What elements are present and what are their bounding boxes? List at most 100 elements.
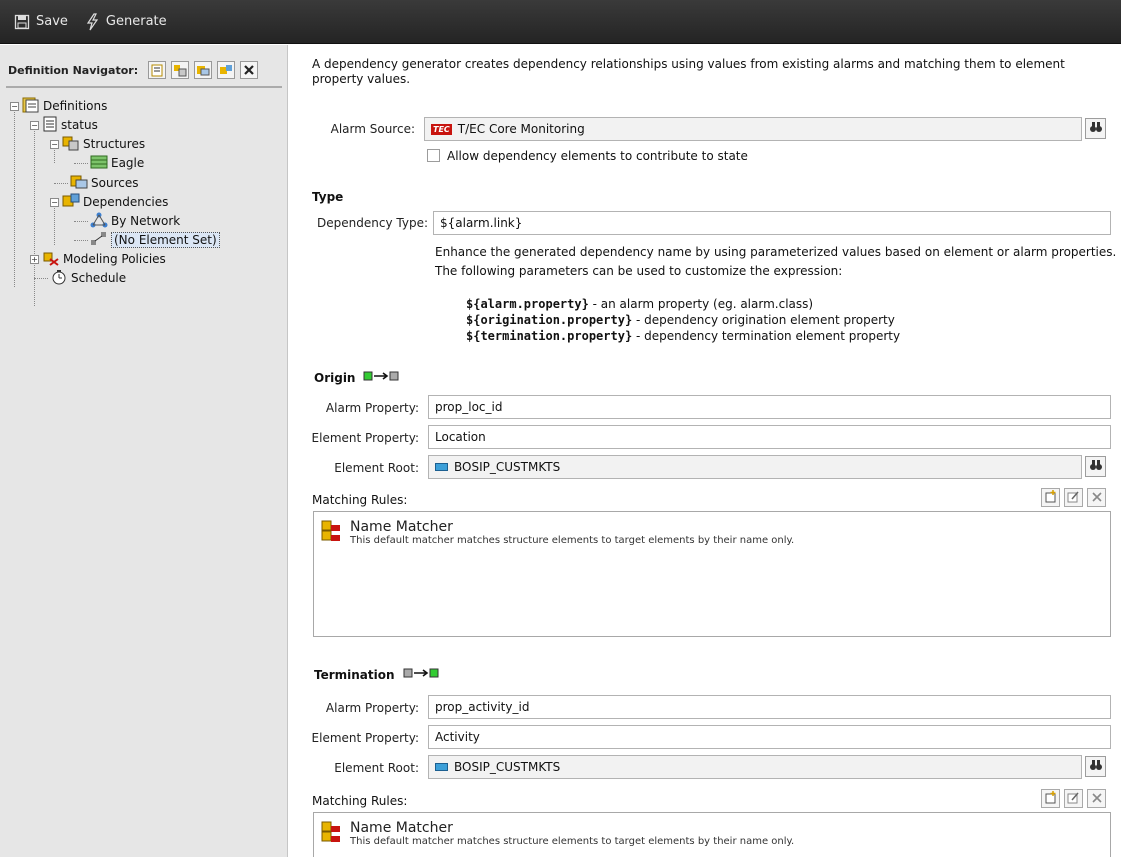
add-rule-button[interactable] — [1041, 488, 1060, 507]
collapse-icon[interactable]: − — [30, 120, 39, 130]
edit-icon — [1067, 490, 1080, 506]
close-icon — [1091, 792, 1102, 806]
help-line-2: The following parameters can be used to … — [435, 264, 843, 278]
alarm-source-field: TEC T/EC Core Monitoring — [424, 117, 1082, 141]
tree-label-eagle: Eagle — [111, 156, 145, 170]
structures-icon — [62, 135, 80, 154]
tree-node-modeling-policies[interactable]: + Modeling Policies — [30, 250, 166, 268]
termination-alarm-property-value: prop_activity_id — [435, 700, 530, 714]
browse-alarm-source-button[interactable] — [1085, 118, 1106, 139]
origin-to-target-icon — [363, 370, 399, 385]
origin-element-property-value: Location — [435, 430, 486, 444]
clock-icon — [50, 269, 68, 288]
matcher-list-item[interactable]: Name Matcher This default matcher matche… — [320, 519, 794, 546]
termination-element-property-input[interactable]: Activity — [428, 725, 1111, 749]
intro-text: A dependency generator creates dependenc… — [312, 57, 1065, 86]
tree-label-sources: Sources — [91, 176, 139, 190]
binoculars-icon — [1089, 121, 1103, 136]
edit-rule-button[interactable] — [1064, 488, 1083, 507]
new-dependency-icon[interactable] — [217, 61, 236, 79]
tree-node-dependencies[interactable]: − Dependencies — [50, 193, 168, 211]
origin-alarm-property-value: prop_loc_id — [435, 400, 503, 414]
dependency-type-label: Dependency Type: — [317, 216, 428, 230]
navigator-title: Definition Navigator: — [8, 63, 139, 77]
delete-rule-button[interactable] — [1087, 789, 1106, 808]
tree-node-by-network[interactable]: By Network — [90, 212, 180, 230]
dependency-type-value: ${alarm.link} — [440, 216, 523, 230]
matcher-title: Name Matcher — [350, 820, 453, 836]
tree-node-sources[interactable]: Sources — [70, 174, 138, 192]
definitions-icon — [22, 97, 40, 116]
binoculars-icon — [1089, 459, 1103, 474]
new-source-icon[interactable] — [194, 61, 213, 79]
collapse-icon[interactable]: − — [50, 197, 59, 207]
type-help-text: Enhance the generated dependency name by… — [435, 243, 1116, 281]
tree-label-status: status — [61, 118, 98, 132]
matcher-description: This default matcher matches structure e… — [350, 836, 795, 847]
dependency-arrow-icon — [90, 231, 108, 250]
param-termination: ${termination.property} - dependency ter… — [466, 329, 901, 343]
close-icon[interactable] — [240, 61, 259, 79]
binoculars-icon — [1089, 759, 1103, 774]
browse-origin-root-button[interactable] — [1085, 456, 1106, 477]
modeling-policies-icon — [42, 250, 60, 269]
tree-label-dependencies: Dependencies — [83, 195, 169, 209]
tree-label-schedule: Schedule — [71, 271, 127, 285]
structure-table-icon — [90, 154, 108, 173]
toolbar: Save Generate — [0, 0, 1121, 44]
matcher-list-item[interactable]: Name Matcher This default matcher matche… — [320, 820, 794, 847]
allow-contribute-checkbox[interactable] — [427, 149, 440, 162]
close-icon — [1091, 491, 1102, 505]
termination-alarm-property-input[interactable]: prop_activity_id — [428, 695, 1111, 719]
origin-alarm-property-label: Alarm Property: — [325, 401, 419, 415]
dependency-type-input[interactable]: ${alarm.link} — [433, 211, 1111, 235]
tree-label-structures: Structures — [83, 137, 146, 151]
edit-icon — [1067, 791, 1080, 807]
allow-contribute-label: Allow dependency elements to contribute … — [447, 149, 748, 163]
tree-label-no-element-set: (No Element Set) — [111, 232, 220, 248]
browse-termination-root-button[interactable] — [1085, 756, 1106, 777]
name-matcher-icon — [320, 519, 342, 546]
new-structure-icon[interactable] — [171, 61, 190, 79]
element-root-icon — [435, 463, 448, 471]
tree-label-by-network: By Network — [111, 214, 181, 228]
tec-logo-icon: TEC — [431, 123, 452, 135]
navigator-tools — [148, 61, 263, 79]
matcher-title: Name Matcher — [350, 519, 453, 535]
collapse-icon[interactable]: − — [50, 139, 59, 149]
add-rule-icon — [1044, 489, 1057, 506]
tree-node-definitions[interactable]: − Definitions — [10, 97, 107, 115]
origin-alarm-property-input[interactable]: prop_loc_id — [428, 395, 1111, 419]
termination-element-root-value: BOSIP_CUSTMKTS — [454, 760, 561, 774]
termination-matching-rules-list: Name Matcher This default matcher matche… — [313, 812, 1111, 857]
termination-element-root-label: Element Root: — [334, 761, 419, 775]
termination-element-root-field: BOSIP_CUSTMKTS — [428, 755, 1082, 779]
param-origination: ${origination.property} - dependency ori… — [466, 313, 895, 327]
tree-node-no-element-set[interactable]: (No Element Set) — [90, 231, 220, 249]
origin-element-property-input[interactable]: Location — [428, 425, 1111, 449]
new-definition-icon[interactable] — [148, 61, 167, 79]
edit-rule-button[interactable] — [1064, 789, 1083, 808]
add-rule-button[interactable] — [1041, 789, 1060, 808]
tree-node-status[interactable]: − status — [30, 116, 98, 134]
origin-heading-text: Origin — [314, 370, 356, 385]
generate-button[interactable]: Generate — [84, 12, 167, 31]
origin-matching-rules-list: Name Matcher This default matcher matche… — [313, 511, 1111, 637]
alarm-source-label: Alarm Source: — [330, 122, 415, 136]
collapse-icon[interactable]: − — [10, 101, 19, 111]
expand-icon[interactable]: + — [30, 254, 39, 264]
termination-alarm-property-label: Alarm Property: — [325, 701, 419, 715]
origin-heading: Origin — [314, 370, 399, 385]
tree-node-schedule[interactable]: Schedule — [50, 269, 126, 287]
origin-element-root-label: Element Root: — [334, 461, 419, 475]
dependency-editor: A dependency generator creates dependenc… — [298, 45, 1121, 857]
tree-label-definitions: Definitions — [43, 99, 108, 113]
save-button[interactable]: Save — [14, 14, 68, 30]
tree-node-eagle[interactable]: Eagle — [90, 154, 144, 172]
tree-node-structures[interactable]: − Structures — [50, 135, 145, 153]
origin-element-root-field: BOSIP_CUSTMKTS — [428, 455, 1082, 479]
termination-element-property-label: Element Property: — [311, 731, 419, 745]
help-line-1: Enhance the generated dependency name by… — [435, 245, 1117, 259]
delete-rule-button[interactable] — [1087, 488, 1106, 507]
navigator-header: Definition Navigator: — [6, 54, 282, 88]
